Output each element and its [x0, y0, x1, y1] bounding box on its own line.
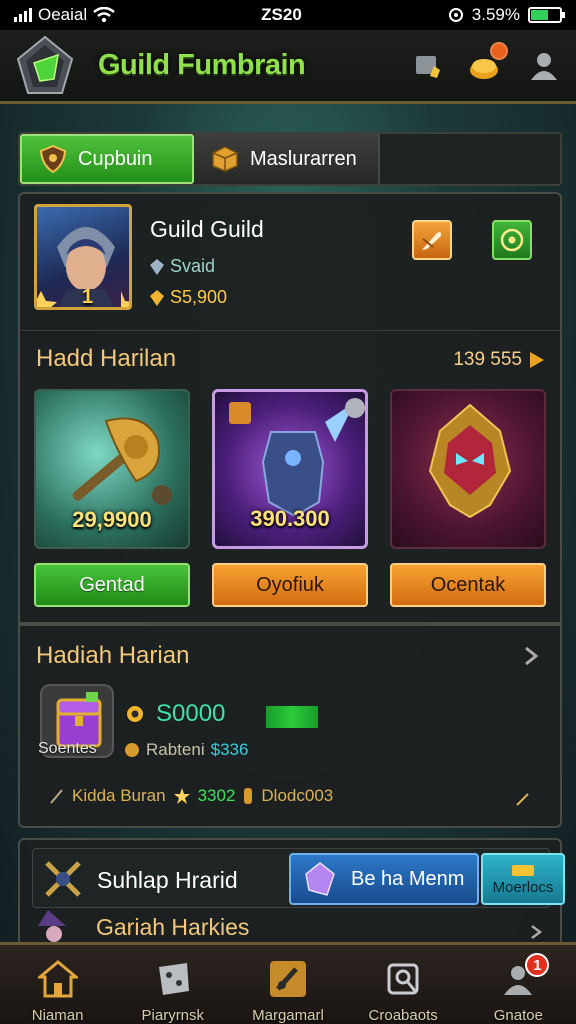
claim-button-3[interactable]: Ocentak — [390, 563, 546, 607]
tab-label: Cupbuin — [78, 147, 153, 170]
battery-percent: 3.59% — [471, 5, 520, 24]
crossed-swords-icon — [45, 861, 81, 897]
hero-rank: 1 — [82, 286, 94, 308]
reward-item-armor[interactable]: 390.300 — [212, 389, 368, 549]
reward-amount: S0000 — [124, 700, 225, 728]
nav-badge: 1 — [525, 953, 550, 977]
guild-subtitle-row: Svaid — [150, 256, 215, 277]
carrier-label: Oeaial — [38, 5, 88, 24]
tab-bar: Cupbuin Maslurarren — [18, 132, 562, 186]
clock: ZS20 — [261, 5, 302, 24]
footer-code: Dlodc003 — [261, 786, 334, 805]
tab-cupbuin[interactable]: Cupbuin — [20, 134, 194, 184]
alarm-icon — [448, 8, 463, 22]
counter-value: 139 555 — [453, 349, 522, 370]
reward-progress-bar — [266, 706, 318, 728]
app-title: Guild Fumbrain — [98, 49, 306, 81]
members-button[interactable]: Moerlocs — [481, 853, 565, 905]
coin-icon — [125, 743, 139, 757]
notification-dot — [490, 41, 508, 60]
coin-icon — [150, 289, 164, 306]
sub-label: Rabteni — [146, 740, 205, 759]
diamond-icon — [150, 258, 164, 275]
chevron-right-icon[interactable] — [524, 646, 538, 666]
footer-text: Kidda Buran — [72, 786, 166, 805]
member-button-label: Be ha Menm — [351, 867, 465, 890]
nav-label: Piaryrnsk — [141, 1007, 205, 1024]
tab-maslurarren[interactable]: Maslurarren — [194, 134, 380, 184]
gold-bar-icon — [512, 864, 534, 876]
nav-label: Niaman — [31, 1007, 84, 1024]
reward-footer: Kidda Buran 3302 Dlodc003 — [50, 786, 333, 806]
quill-small-icon — [516, 793, 529, 806]
claim-button-1[interactable]: Gentad — [34, 563, 190, 607]
nav-label: Gnatoe — [493, 1007, 543, 1024]
members-title: Suhlap Hrarid — [97, 867, 238, 893]
shield-icon — [40, 145, 66, 173]
hadiah-harian-section: Hadiah Harian Soentes S0000 Rabteni $336… — [18, 624, 562, 828]
quill-icon — [422, 232, 442, 250]
guild-gold-row: S5,900 — [150, 287, 227, 308]
circle-target-icon — [500, 228, 524, 252]
crate-icon — [212, 146, 238, 172]
nav-item-play[interactable]: Piaryrnsk — [118, 957, 228, 1024]
emblem-icon — [428, 403, 512, 519]
teal-button-label: Moerlocs — [492, 878, 554, 896]
guild-profile-card: 1 Guild Guild Svaid S5,900 — [18, 192, 562, 330]
section-counter[interactable]: 139 555 — [453, 349, 544, 371]
members-row: Suhlap Hrarid Be ha Menm Moerlocs — [32, 848, 565, 908]
amount-value: S0000 — [156, 700, 226, 727]
tab-label: Maslurarren — [250, 147, 357, 170]
guild-name: Guild Guild — [150, 216, 264, 242]
gold-coins-icon[interactable] — [468, 41, 508, 84]
claim-button-2[interactable]: Oyofiuk — [212, 563, 368, 607]
reward-item-hammer[interactable]: 29,9900 — [34, 389, 190, 549]
reward-item-emblem[interactable] — [390, 389, 546, 549]
members-subtitle: Gariah Harkies — [96, 914, 250, 940]
reward-sub-row: Rabteni $336 — [124, 740, 248, 760]
status-bar: Oeaial ZS20 3.59% — [0, 0, 576, 30]
bottom-navigation: Niaman Piaryrnsk Margamarl Croabaots 1 G… — [0, 942, 576, 1024]
nav-item-home[interactable]: Niaman — [3, 957, 113, 1024]
chest-label: Soentes — [38, 740, 97, 757]
item-value: 390.300 — [250, 506, 330, 531]
coin-icon — [244, 788, 253, 804]
crystal-icon — [305, 862, 335, 896]
nav-label: Croabaots — [368, 1007, 438, 1024]
settings-gear-icon[interactable] — [410, 48, 446, 84]
quill-small-icon — [50, 789, 63, 804]
nav-item-battle[interactable]: Margamarl — [233, 957, 343, 1024]
search-icon — [381, 957, 425, 1001]
item-value: 29,9900 — [72, 507, 152, 532]
become-member-button[interactable]: Be ha Menm — [289, 853, 479, 905]
home-icon — [36, 957, 80, 1001]
guild-info-button[interactable] — [492, 220, 532, 260]
guild-members-card: Suhlap Hrarid Be ha Menm Moerlocs Gariah… — [18, 838, 565, 948]
sub-value: $336 — [210, 740, 249, 759]
wifi-icon — [93, 7, 115, 23]
wizard-icon — [38, 910, 66, 942]
section-title: Hadd Harilan — [36, 345, 177, 372]
star-icon — [173, 788, 190, 804]
profile-avatar-icon[interactable] — [526, 48, 562, 84]
dice-icon — [151, 957, 195, 1001]
guild-gold: S5,900 — [170, 287, 228, 307]
play-arrow-icon — [530, 352, 544, 368]
chevron-right-icon[interactable] — [530, 924, 542, 940]
nav-item-guild[interactable]: 1 Gnatoe — [463, 953, 573, 1024]
guild-logo-icon[interactable] — [14, 35, 76, 97]
edit-guild-button[interactable] — [412, 220, 452, 260]
sword-icon — [266, 957, 310, 1001]
section-title: Hadiah Harian — [36, 642, 190, 669]
daily-rewards-section: Hadd Harilan 139 555 29,9900 390.300 Gen… — [18, 330, 562, 624]
guild-subtitle: Svaid — [170, 256, 216, 276]
app-header: Guild Fumbrain — [0, 30, 576, 104]
gear-coin-icon — [127, 706, 143, 722]
nav-item-search[interactable]: Croabaots — [348, 957, 458, 1024]
footer-green: 3302 — [197, 786, 236, 805]
battery-icon — [527, 7, 565, 23]
nav-label: Margamarl — [252, 1007, 324, 1024]
signal-icon — [14, 8, 32, 22]
